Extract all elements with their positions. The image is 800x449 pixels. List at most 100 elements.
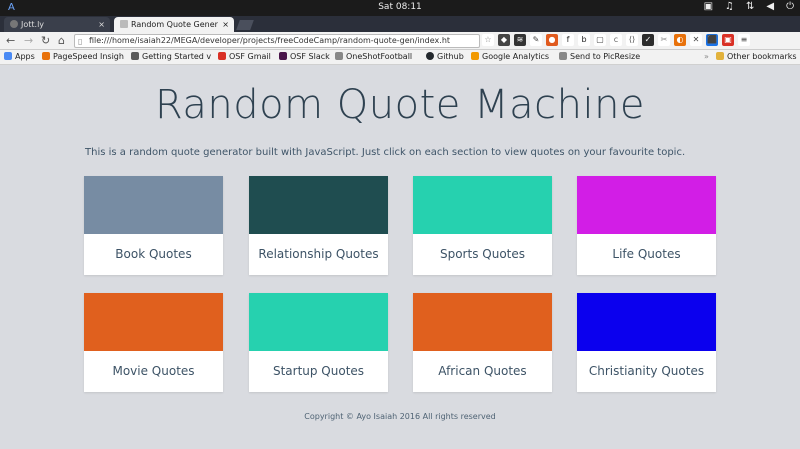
bookmarks-bar: Apps PageSpeed Insigh Getting Started v … [0,50,800,65]
bookmark-label: Other bookmarks [727,52,797,61]
bookmark-label: Github [437,52,464,61]
mute-icon[interactable]: ✕ [690,34,702,46]
bookmark-osf-slack[interactable]: OSF Slack [279,52,330,61]
eyedropper-icon[interactable]: ✎ [530,34,542,46]
bookmarks-overflow-chevron-icon[interactable]: » [704,52,709,61]
google-icon [471,52,479,60]
bookmark-google-analytics[interactable]: Google Analytics [471,52,549,61]
tab-random-quote[interactable]: Random Quote Gener × [114,17,234,32]
forward-arrow-icon[interactable]: → [24,34,33,47]
page-title: Random Quote Machine [154,82,646,128]
card-label: Relationship Quotes [258,247,379,261]
tab-jottly[interactable]: Jott.ly × [4,17,110,32]
home-icon[interactable]: ⌂ [58,34,65,47]
checkbox-icon[interactable]: ✓ [642,34,654,46]
power-icon[interactable]: ⏻ [786,1,794,12]
red-extension-icon[interactable]: ▣ [722,34,734,46]
card-color-swatch [577,293,716,351]
address-bar[interactable]: ▯ file:///home/isaiah22/MEGA/developer/p… [74,34,480,48]
page-icon: ▯ [78,37,83,46]
back-arrow-icon[interactable]: ← [6,34,15,47]
card-movie-quotes[interactable]: Movie Quotes [84,293,223,392]
close-tab-icon[interactable]: × [98,17,105,32]
bookmark-osf-gmail[interactable]: OSF Gmail [218,52,271,61]
card-label: Christianity Quotes [588,364,705,378]
folder-icon [716,52,724,60]
bookmark-star-icon[interactable]: ☆ [482,34,494,46]
bookmark-other[interactable]: Other bookmarks [716,52,797,61]
bookmark-pagespeed[interactable]: PageSpeed Insigh [42,52,124,61]
card-sports-quotes[interactable]: Sports Quotes [413,176,552,275]
new-tab-button[interactable] [236,20,254,30]
browser-toolbar: ← → ↻ ⌂ ▯ file:///home/isaiah22/MEGA/dev… [0,32,800,50]
extension-orange-icon[interactable]: ● [546,34,558,46]
window-icon[interactable]: ▢ [594,34,606,46]
bookmark-github[interactable]: Github [426,52,464,61]
menu-icon[interactable]: ≡ [738,34,750,46]
browser-tab-strip: Jott.ly × Random Quote Gener × [0,16,800,32]
jottly-favicon-icon [10,20,18,28]
card-african-quotes[interactable]: African Quotes [413,293,552,392]
card-label: Movie Quotes [112,364,195,378]
card-color-swatch [84,176,223,234]
pocket-icon[interactable]: ◆ [498,34,510,46]
slack-icon [279,52,287,60]
scissors-icon[interactable]: ✂ [658,34,670,46]
close-tab-icon[interactable]: × [222,17,229,32]
apps-grid-icon [4,52,12,60]
card-label: Sports Quotes [439,247,525,261]
card-color-swatch [577,176,716,234]
firefox-icon[interactable]: ◐ [674,34,686,46]
card-life-quotes[interactable]: Life Quotes [577,176,716,275]
page-footer: Copyright © Ayo Isaiah 2016 All rights r… [304,412,496,421]
monitor-icon[interactable]: ▣ [704,1,713,12]
bookmark-label: Getting Started v [142,52,212,61]
bookmark-label: OneShotFootball [346,52,413,61]
bookmark-label: Apps [15,52,35,61]
card-label: Startup Quotes [272,364,365,378]
card-startup-quotes[interactable]: Startup Quotes [249,293,388,392]
card-color-swatch [249,293,388,351]
page-description: This is a random quote generator built w… [85,147,686,158]
css-icon[interactable]: c [610,34,622,46]
bookmark-apps[interactable]: Apps [4,52,35,61]
tab-label: Random Quote Gener [131,20,218,29]
address-url: file:///home/isaiah22/MEGA/developer/pro… [89,36,451,45]
card-color-swatch [413,293,552,351]
bookmark-label: Send to PicResize [570,52,641,61]
volume-icon[interactable]: ◀ [766,1,774,12]
card-color-swatch [84,293,223,351]
card-color-swatch [249,176,388,234]
card-relationship-quotes[interactable]: Relationship Quotes [249,176,388,275]
card-label: African Quotes [438,364,527,378]
bookmark-oneshotfootball[interactable]: OneShotFootball [335,52,412,61]
document-icon [131,52,139,60]
tab-label: Jott.ly [21,20,45,29]
card-book-quotes[interactable]: Book Quotes [84,176,223,275]
bookmark-getting-started[interactable]: Getting Started v [131,52,211,61]
card-label: Book Quotes [115,247,192,261]
bookmark-picresize[interactable]: Send to PicResize [559,52,640,61]
page-icon [335,52,343,60]
network-icon[interactable]: ⇅ [746,1,754,12]
reload-icon[interactable]: ↻ [41,34,50,47]
code-icon[interactable]: ⟨⟩ [626,34,638,46]
card-label: Life Quotes [612,247,681,261]
system-clock[interactable]: Sat 08:11 [0,2,800,12]
bookmark-label: Google Analytics [482,52,550,61]
bookmark-label: OSF Slack [290,52,330,61]
bookmark-label: PageSpeed Insigh [53,52,124,61]
system-tray: ▣ ♫ ⇅ ◀ ⏻ [704,1,794,12]
layers-icon[interactable]: ≋ [514,34,526,46]
card-color-swatch [413,176,552,234]
card-christianity-quotes[interactable]: Christianity Quotes [577,293,716,392]
blue-extension-icon[interactable]: ⬛ [706,34,718,46]
system-top-bar: A Sat 08:11 ▣ ♫ ⇅ ◀ ⏻ [0,0,800,16]
whatfont-icon[interactable]: b [578,34,590,46]
pagespeed-icon [42,52,50,60]
font-icon[interactable]: f [562,34,574,46]
extension-icons: ☆ ◆ ≋ ✎ ● f b ▢ c ⟨⟩ ✓ ✂ ◐ ✕ ⬛ ▣ ≡ [482,34,750,46]
page-icon [559,52,567,60]
music-icon[interactable]: ♫ [725,1,734,12]
github-icon [426,52,434,60]
